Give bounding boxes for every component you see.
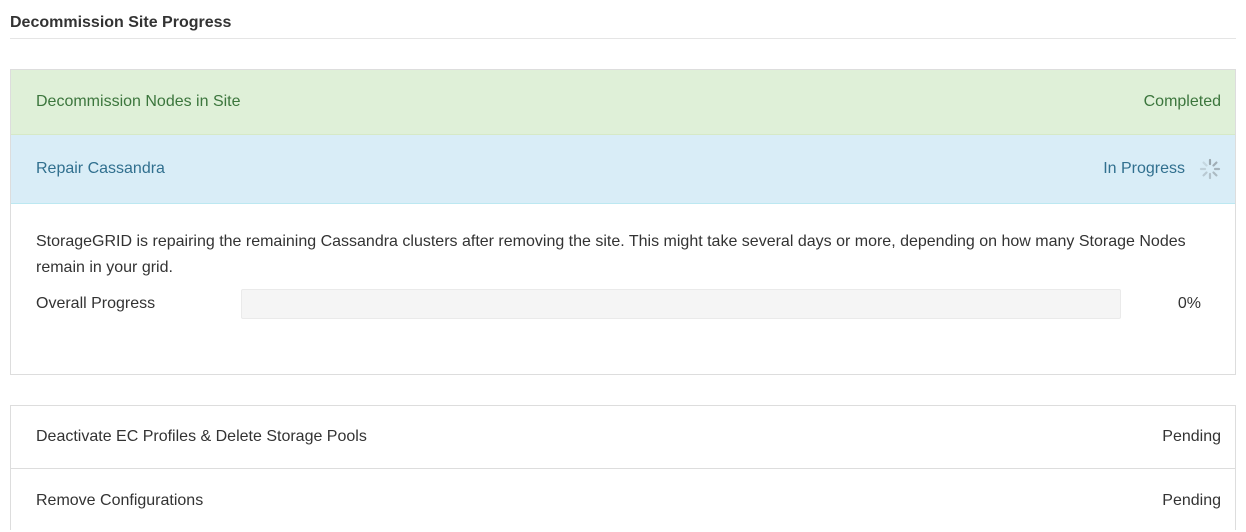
step-label: Remove Configurations (36, 491, 204, 509)
repair-description: StorageGRID is repairing the remaining C… (36, 233, 1186, 276)
step-decommission-nodes: Decommission Nodes in Site Completed (11, 70, 1235, 135)
step-status-wrap: In Progress (1103, 158, 1221, 180)
progress-bar (241, 289, 1121, 319)
step-repair-cassandra: Repair Cassandra In Progress (11, 135, 1235, 204)
step-status: Pending (1162, 428, 1221, 445)
step-deactivate-ec-profiles: Deactivate EC Profiles & Delete Storage … (11, 406, 1235, 469)
step-label: Decommission Nodes in Site (36, 93, 241, 110)
active-steps-panel: Decommission Nodes in Site Completed Rep… (10, 69, 1236, 375)
step-label: Deactivate EC Profiles & Delete Storage … (36, 428, 367, 445)
step-status: Pending (1162, 491, 1221, 509)
step-status: In Progress (1103, 160, 1185, 177)
page-title: Decommission Site Progress (10, 12, 1236, 39)
overall-progress-row: Overall Progress 0% (36, 288, 1210, 320)
step-label: Repair Cassandra (36, 160, 165, 177)
repair-detail: StorageGRID is repairing the remaining C… (11, 204, 1235, 320)
progress-label: Overall Progress (36, 295, 156, 312)
progress-percent: 0% (1177, 295, 1201, 312)
step-remove-configurations: Remove Configurations Pending (11, 469, 1235, 532)
step-status: Completed (1143, 93, 1221, 110)
pending-steps-panel: Deactivate EC Profiles & Delete Storage … (10, 405, 1236, 530)
loading-spinner-icon (1199, 158, 1221, 180)
